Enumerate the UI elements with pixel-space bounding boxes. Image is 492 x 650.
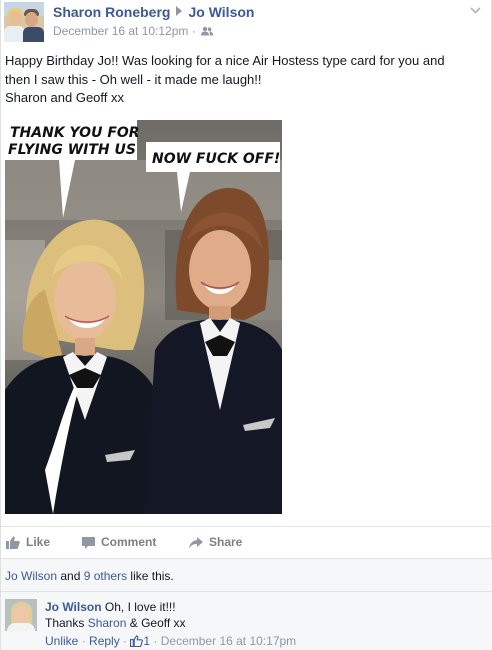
- post-header-names: Sharon Roneberg Jo Wilson: [53, 4, 254, 20]
- thumbs-up-icon: [130, 635, 144, 648]
- post-photo[interactable]: THANK YOU FOR FLYING WITH US NOW FUCK OF…: [5, 120, 282, 514]
- others-likes-link[interactable]: 9 others: [84, 569, 127, 583]
- author-avatar[interactable]: [4, 2, 44, 42]
- author-name-link[interactable]: Sharon Roneberg: [53, 4, 170, 20]
- likes-suffix: like this.: [127, 569, 174, 583]
- commenter-name-link[interactable]: Jo Wilson: [45, 600, 102, 614]
- message-line: then I saw this - Oh well - it made me l…: [5, 71, 262, 87]
- comment-text-suffix: & Geoff xx: [126, 616, 186, 630]
- message-line: Happy Birthday Jo!! Was looking for a ni…: [5, 53, 445, 68]
- post-meta: December 16 at 10:12pm ·: [53, 24, 214, 38]
- friends-icon[interactable]: [201, 26, 214, 36]
- comment-actions: Unlike · Reply · 1 · December 16 at 10:1…: [45, 634, 296, 648]
- likes-connector: and: [57, 569, 84, 583]
- share-arrow-icon: [189, 537, 203, 549]
- chevron-down-icon[interactable]: [470, 7, 481, 14]
- thumbs-up-icon: [6, 536, 20, 549]
- recipient-name-link[interactable]: Jo Wilson: [188, 4, 254, 20]
- likes-summary: Jo Wilson and 9 others like this.: [1, 558, 492, 592]
- message-line: Sharon and Geoff xx: [5, 90, 125, 105]
- like-button[interactable]: Like: [6, 535, 50, 549]
- feed-post: Sharon Roneberg Jo Wilson December 16 at …: [0, 0, 492, 650]
- commenter-avatar[interactable]: [5, 599, 37, 631]
- reply-link[interactable]: Reply: [89, 634, 120, 648]
- comment-body: Jo Wilson Oh, I love it!!!: [45, 600, 176, 614]
- post-timestamp[interactable]: December 16 at 10:12pm: [53, 24, 188, 38]
- share-label: Share: [209, 535, 243, 549]
- comment-button[interactable]: Comment: [82, 535, 156, 549]
- comment-text-prefix: Thanks: [45, 616, 88, 630]
- share-button[interactable]: Share: [189, 535, 242, 549]
- post-message: Happy Birthday Jo!! Was looking for a ni…: [5, 52, 489, 108]
- bubble-left-line1: THANK YOU FOR: [10, 125, 140, 141]
- comment-text: Oh, I love it!!!: [101, 600, 176, 614]
- comment-like-count[interactable]: 1: [130, 634, 150, 648]
- comment-label: Comment: [101, 535, 157, 549]
- bubble-left-line2: FLYING WITH US: [8, 142, 136, 158]
- meta-separator: ·: [191, 24, 196, 38]
- arrow-right-icon: [176, 6, 183, 16]
- comment-reply-line: Thanks Sharon & Geoff xx: [45, 616, 186, 630]
- comment-timestamp[interactable]: December 16 at 10:17pm: [161, 634, 296, 648]
- like-label: Like: [26, 535, 51, 549]
- bubble-right-text: NOW FUCK OFF!: [152, 151, 280, 167]
- post-actions-bar: Like Comment Share: [1, 526, 492, 558]
- liker-name-link[interactable]: Jo Wilson: [5, 569, 57, 583]
- comment-icon: [82, 537, 95, 549]
- unlike-link[interactable]: Unlike: [45, 634, 78, 648]
- mention-link[interactable]: Sharon: [88, 616, 127, 630]
- comment-item: Jo Wilson Oh, I love it!!! Thanks Sharon…: [1, 592, 492, 650]
- separator-dot: ·: [78, 634, 90, 648]
- separator-dot: ·: [150, 634, 161, 648]
- separator-dot: ·: [119, 634, 131, 648]
